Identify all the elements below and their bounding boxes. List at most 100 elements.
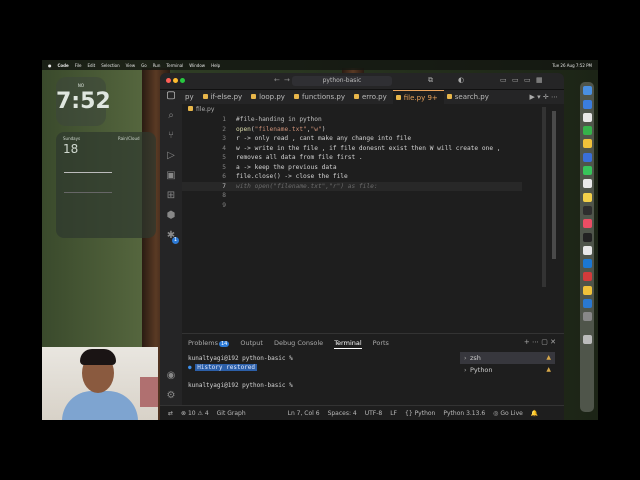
extensions-icon[interactable]: ⊞: [160, 190, 182, 210]
close-panel-icon[interactable]: ✕: [550, 338, 556, 346]
tab-search[interactable]: search.py: [444, 90, 495, 104]
tab-terminal[interactable]: Terminal: [334, 338, 362, 349]
cursor-position[interactable]: Ln 7, Col 6: [288, 410, 320, 417]
code-line[interactable]: 5 removes all data from file first .: [182, 153, 522, 163]
more-icon[interactable]: ⋯: [551, 93, 558, 101]
copilot-icon[interactable]: ⧉: [428, 76, 433, 85]
forward-arrow-icon[interactable]: →: [284, 76, 290, 84]
encoding[interactable]: UTF-8: [365, 410, 383, 417]
end-of-line[interactable]: LF: [390, 410, 397, 417]
menu-edit[interactable]: Edit: [87, 63, 95, 68]
indentation[interactable]: Spaces: 4: [328, 410, 357, 417]
code-line[interactable]: 2 open("filename.txt","w"): [182, 125, 522, 135]
terminal-item-zsh[interactable]: › zsh ▲: [460, 352, 555, 364]
line-number: 3: [222, 135, 226, 142]
code-line[interactable]: 8: [182, 191, 522, 201]
menu-file[interactable]: File: [75, 63, 82, 68]
menu-view[interactable]: View: [126, 63, 136, 68]
split-editor-icon[interactable]: ✛: [543, 93, 549, 101]
python-interpreter[interactable]: Python 3.13.6: [443, 410, 485, 417]
music-icon[interactable]: [582, 219, 592, 229]
source-control-icon[interactable]: ⑂: [160, 130, 182, 150]
tv-icon[interactable]: [582, 232, 592, 242]
notes-icon[interactable]: [582, 139, 592, 149]
new-terminal-icon[interactable]: +: [524, 338, 530, 346]
menu-clock[interactable]: Tue 26 Aug 7:52 PM: [552, 63, 592, 68]
tab-ports[interactable]: Ports: [373, 338, 389, 349]
minimize-window-button[interactable]: [173, 78, 178, 83]
close-window-button[interactable]: [166, 78, 171, 83]
app-icon[interactable]: [582, 285, 592, 295]
code-line[interactable]: 6 file.close() -> close the file: [182, 172, 522, 182]
run-debug-icon[interactable]: ▷: [160, 150, 182, 170]
menu-terminal[interactable]: Terminal: [166, 63, 183, 68]
vscode-icon[interactable]: [582, 299, 592, 309]
tab-functions[interactable]: functions.py: [291, 90, 351, 104]
layout-panel-icon[interactable]: ▭: [512, 76, 519, 84]
chevron-down-icon[interactable]: ▾: [537, 93, 541, 101]
tab-problems[interactable]: Problems 14: [188, 338, 230, 349]
editor-scrollbar[interactable]: [552, 111, 556, 259]
apple-icon[interactable]: ●: [48, 63, 52, 68]
calendar-icon[interactable]: [582, 179, 592, 189]
code-line[interactable]: 5 a -> keep the previous data: [182, 163, 522, 173]
code-editor[interactable]: 1 #file-handing in python 2 open("filename.…: [182, 115, 542, 327]
tab-debug-console[interactable]: Debug Console: [274, 338, 323, 349]
accounts-icon[interactable]: ◐: [458, 76, 464, 84]
tab-erro[interactable]: erro.py: [351, 90, 393, 104]
photos-icon[interactable]: [582, 245, 592, 255]
remote-icon[interactable]: ⇄: [168, 410, 173, 417]
trash-icon[interactable]: [582, 335, 592, 345]
breadcrumb[interactable]: file.py: [182, 106, 214, 113]
notifications-icon[interactable]: 🔔: [531, 410, 538, 417]
code-line[interactable]: 3 r -> only read , cant make any change i…: [182, 134, 522, 144]
app-icon[interactable]: [582, 192, 592, 202]
tab-loop[interactable]: loop.py: [248, 90, 291, 104]
menu-app[interactable]: Code: [58, 63, 69, 68]
menu-run[interactable]: Run: [153, 63, 161, 68]
tab-if-else[interactable]: if-else.py: [200, 90, 249, 104]
go-live-button[interactable]: ◎ Go Live: [493, 410, 523, 417]
app-icon[interactable]: [582, 272, 592, 282]
tab-file[interactable]: file.py 9+: [392, 90, 444, 104]
python-icon[interactable]: ⬢: [160, 210, 182, 230]
layout-sidebar-icon[interactable]: ▭: [500, 76, 507, 84]
code-line[interactable]: 9: [182, 201, 522, 211]
run-icon[interactable]: ▶: [530, 93, 535, 101]
tab-output[interactable]: Output: [240, 338, 263, 349]
menu-window[interactable]: Window: [189, 63, 205, 68]
messages-icon[interactable]: [582, 126, 592, 136]
problems-status[interactable]: ⊗ 10 ⚠ 4: [181, 410, 209, 417]
code-line[interactable]: 7 with open("filename.txt","r") as file:: [182, 181, 522, 191]
more-icon[interactable]: ⋯: [532, 338, 539, 346]
remote-explorer-icon[interactable]: ▣: [160, 170, 182, 190]
search-icon[interactable]: ⌕: [160, 110, 182, 130]
command-center-search[interactable]: python-basic: [292, 76, 392, 86]
layout-secondary-icon[interactable]: ▭: [524, 76, 531, 84]
maximize-panel-icon[interactable]: ▢: [541, 338, 548, 346]
terminal-icon[interactable]: [582, 205, 592, 215]
back-arrow-icon[interactable]: ←: [274, 76, 280, 84]
tab-py[interactable]: py: [182, 90, 200, 104]
language-mode[interactable]: {} Python: [405, 410, 435, 417]
whatsapp-icon[interactable]: [582, 166, 592, 176]
finder-icon[interactable]: [582, 86, 592, 96]
menu-help[interactable]: Help: [211, 63, 220, 68]
app-icon[interactable]: [582, 152, 592, 162]
menu-selection[interactable]: Selection: [101, 63, 119, 68]
menu-go[interactable]: Go: [141, 63, 147, 68]
minimap[interactable]: [542, 107, 546, 287]
safari-icon[interactable]: [582, 99, 592, 109]
chrome-icon[interactable]: [582, 112, 592, 122]
customize-layout-icon[interactable]: ▦: [536, 76, 543, 84]
code-line[interactable]: 1 #file-handing in python: [182, 115, 522, 125]
explorer-icon[interactable]: ▢: [160, 90, 182, 110]
terminal-item-python[interactable]: › Python ▲: [460, 364, 555, 376]
git-graph-status[interactable]: Git Graph: [217, 410, 246, 417]
code-line[interactable]: 4 w -> write in the file , if file donesn…: [182, 144, 522, 154]
app-store-icon[interactable]: [582, 259, 592, 269]
maximize-window-button[interactable]: [180, 78, 185, 83]
accounts-icon[interactable]: ◉: [160, 370, 182, 390]
settings-icon[interactable]: [582, 312, 592, 322]
terminal-output[interactable]: kunaltyagi@192 python-basic % ● History …: [188, 354, 458, 390]
